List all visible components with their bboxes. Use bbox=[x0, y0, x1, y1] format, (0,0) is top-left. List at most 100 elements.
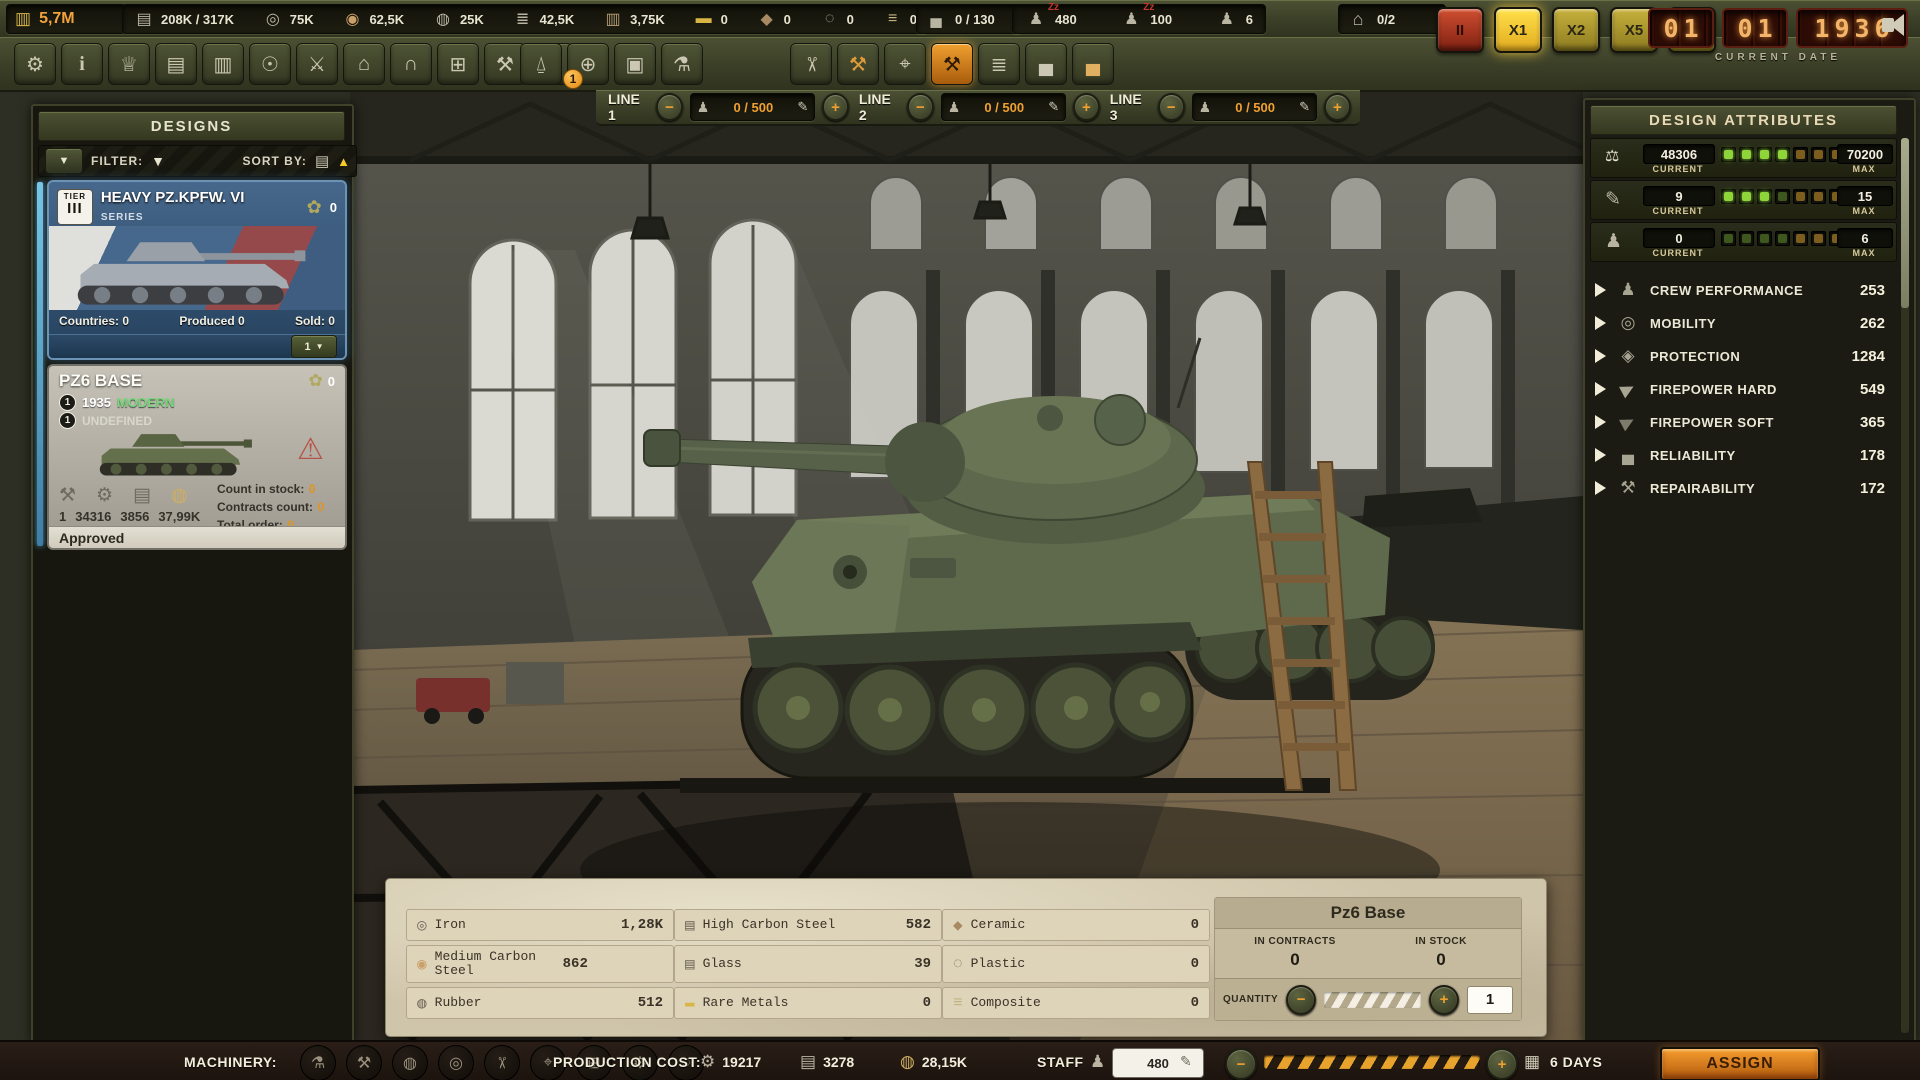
pause-button[interactable]: II bbox=[1436, 7, 1484, 53]
line-2-edit-icon[interactable] bbox=[1048, 99, 1059, 115]
idle-worker-icon bbox=[1025, 9, 1047, 29]
machine-fuel-pump-icon[interactable] bbox=[438, 1045, 474, 1080]
variant-name: PZ6 BASE bbox=[59, 371, 142, 391]
tools-button[interactable] bbox=[790, 43, 832, 85]
medium-carbon-steel-value: 862 bbox=[563, 956, 588, 972]
variant-parts-icon bbox=[96, 484, 113, 507]
research-button[interactable] bbox=[661, 43, 703, 85]
design-variant-card[interactable]: PZ6 BASE 0 1 1935 MODERN 1 UNDEFINED bbox=[47, 364, 347, 550]
series-tank-thumbnail bbox=[49, 226, 345, 310]
achievements-button[interactable] bbox=[108, 43, 150, 85]
days-value: 6 DAYS bbox=[1550, 1054, 1602, 1070]
expand-arrow-icon[interactable] bbox=[1595, 316, 1606, 330]
attribute-row-firepower-hard[interactable]: FIREPOWER HARD 549 bbox=[1595, 374, 1885, 404]
idle-engineers-value: 100 bbox=[1150, 12, 1172, 27]
line-1-edit-icon[interactable] bbox=[797, 99, 808, 115]
staff-slider[interactable] bbox=[1264, 1055, 1480, 1069]
drafting-button[interactable] bbox=[884, 43, 926, 85]
expand-arrow-icon[interactable] bbox=[1595, 481, 1606, 495]
factory-button[interactable] bbox=[520, 43, 562, 85]
speed-x1-button[interactable]: X1 bbox=[1494, 7, 1542, 53]
attribute-row-mobility[interactable]: MOBILITY 262 bbox=[1595, 308, 1885, 338]
production-button[interactable] bbox=[931, 43, 973, 85]
attribute-row-firepower-soft[interactable]: FIREPOWER SOFT 365 bbox=[1595, 407, 1885, 437]
line-3-increase-button[interactable]: + bbox=[1324, 93, 1351, 121]
line-1-decrease-button[interactable]: − bbox=[656, 93, 683, 121]
idle-workers-value: 480 bbox=[1055, 12, 1077, 27]
staff-edit-icon[interactable] bbox=[1180, 1053, 1192, 1070]
designs-panel-title: DESIGNS bbox=[38, 111, 345, 141]
speed-x2-button[interactable]: X2 bbox=[1552, 7, 1600, 53]
attribute-row-protection[interactable]: PROTECTION 1284 bbox=[1595, 341, 1885, 371]
attribute-row-crew-performance[interactable]: CREW PERFORMANCE 253 bbox=[1595, 275, 1885, 305]
quantity-slider[interactable] bbox=[1324, 992, 1421, 1008]
attribute-row-repairability[interactable]: REPAIRABILITY 172 bbox=[1595, 473, 1885, 503]
series-variant-dropdown[interactable]: 1▼ bbox=[291, 335, 337, 358]
repairability-value: 172 bbox=[1860, 480, 1885, 497]
tank-designer-button[interactable] bbox=[1025, 43, 1067, 85]
city-button[interactable] bbox=[343, 43, 385, 85]
machine-cutter-icon[interactable] bbox=[484, 1045, 520, 1080]
machine-bender-icon[interactable] bbox=[346, 1045, 382, 1080]
reports-button[interactable] bbox=[202, 43, 244, 85]
line-2-decrease-button[interactable]: − bbox=[907, 93, 934, 121]
line-2-worker-icon bbox=[948, 99, 961, 116]
settings-button[interactable] bbox=[14, 43, 56, 85]
money-cost-icon bbox=[900, 1052, 915, 1072]
line-1-increase-button[interactable]: + bbox=[822, 93, 849, 121]
quantity-value[interactable]: 1 bbox=[1467, 986, 1513, 1014]
design-series-card[interactable]: TIER III HEAVY PZ.KPFW. VI SERIES 0 bbox=[47, 180, 347, 360]
world-map-button[interactable]: 1 bbox=[567, 43, 609, 85]
attributes-scrollbar[interactable] bbox=[1901, 138, 1909, 1033]
engine-design-button[interactable] bbox=[978, 43, 1020, 85]
expand-arrow-icon[interactable] bbox=[1595, 382, 1606, 396]
assign-button[interactable]: ASSIGN bbox=[1660, 1047, 1820, 1080]
staff-decrease-button[interactable]: − bbox=[1225, 1048, 1257, 1080]
attribute-row-reliability[interactable]: RELIABILITY 178 bbox=[1595, 440, 1885, 470]
machine-welder-icon[interactable] bbox=[300, 1045, 336, 1080]
line-3-decrease-button[interactable]: − bbox=[1158, 93, 1185, 121]
ceramic-icon bbox=[953, 915, 963, 935]
expand-arrow-icon[interactable] bbox=[1595, 349, 1606, 363]
series-name: HEAVY PZ.KPFW. VI bbox=[101, 189, 245, 206]
led-indicator bbox=[1757, 147, 1772, 162]
battles-button[interactable] bbox=[296, 43, 338, 85]
vault-button[interactable] bbox=[437, 43, 479, 85]
news-button[interactable] bbox=[155, 43, 197, 85]
series-medals-value: 0 bbox=[330, 200, 337, 215]
quantity-increase-button[interactable]: + bbox=[1429, 985, 1459, 1015]
material-row-glass: Glass 39 bbox=[674, 945, 942, 983]
steel-coil-icon bbox=[432, 9, 454, 29]
in-contracts-value: 0 bbox=[1235, 950, 1355, 970]
game-screen: 5,7M 208K / 317K 75K 62,5K 25K 42,5K 3,7… bbox=[0, 0, 1920, 1080]
machine-grinder-icon[interactable] bbox=[392, 1045, 428, 1080]
expand-arrow-icon[interactable] bbox=[1595, 448, 1606, 462]
intelligence-button[interactable] bbox=[249, 43, 291, 85]
quantity-decrease-button[interactable]: − bbox=[1286, 985, 1316, 1015]
repair-button[interactable] bbox=[837, 43, 879, 85]
design-warning-icon[interactable] bbox=[297, 432, 324, 467]
notifications-speaker-icon[interactable] bbox=[1882, 14, 1904, 36]
contracts-button[interactable] bbox=[614, 43, 656, 85]
filter-funnel-icon[interactable] bbox=[151, 153, 165, 169]
mobility-icon bbox=[1615, 313, 1641, 333]
line-2-increase-button[interactable]: + bbox=[1073, 93, 1100, 121]
staff-increase-button[interactable]: + bbox=[1486, 1048, 1518, 1080]
crew-icon bbox=[1605, 230, 1622, 253]
designs-collapse-button[interactable]: ▼ bbox=[45, 148, 83, 174]
info-button[interactable] bbox=[61, 43, 103, 85]
expand-arrow-icon[interactable] bbox=[1595, 283, 1606, 297]
variant-parts-value: 34316 bbox=[75, 509, 111, 524]
crew-performance-value: 253 bbox=[1860, 282, 1885, 299]
attributes-scrollbar-thumb[interactable] bbox=[1901, 138, 1909, 308]
reliability-icon bbox=[1615, 445, 1641, 465]
sort-direction-icon[interactable]: ▲ bbox=[337, 154, 350, 169]
sort-list-icon[interactable] bbox=[315, 152, 329, 170]
warehouse-button[interactable] bbox=[390, 43, 432, 85]
led-indicator bbox=[1757, 189, 1772, 204]
weight-max-value: 70200 bbox=[1837, 144, 1893, 164]
line-3-edit-icon[interactable] bbox=[1299, 99, 1310, 115]
tank-upgrade-button[interactable] bbox=[1072, 43, 1114, 85]
expand-arrow-icon[interactable] bbox=[1595, 415, 1606, 429]
pipes-value: 75K bbox=[290, 12, 314, 27]
